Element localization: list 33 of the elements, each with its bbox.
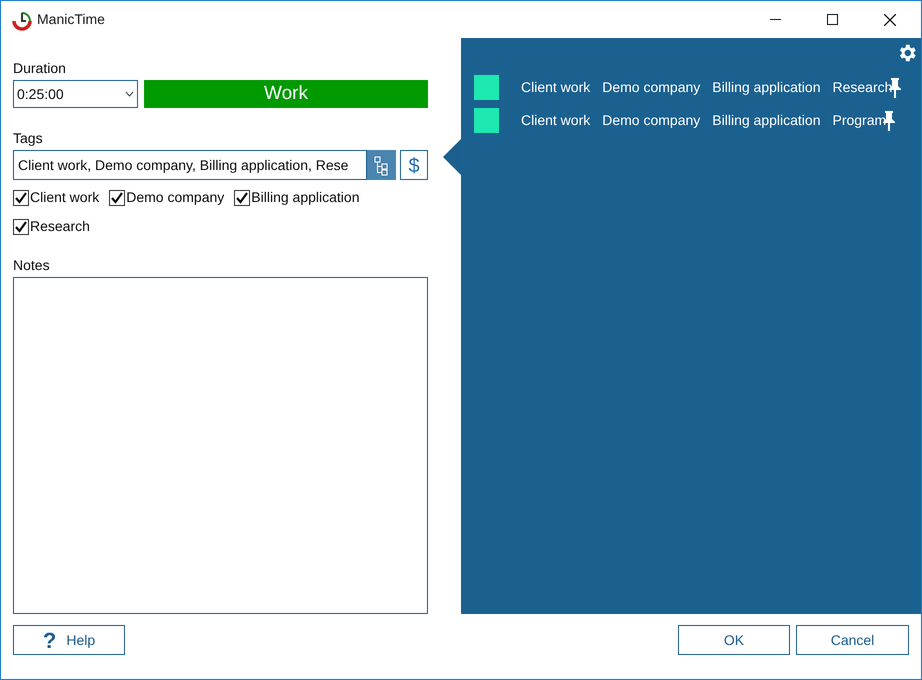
duration-label: Duration bbox=[13, 59, 67, 78]
cancel-button[interactable]: Cancel bbox=[796, 625, 909, 655]
suggestion-tag: Client work bbox=[521, 110, 590, 131]
billing-button[interactable]: $ bbox=[400, 150, 428, 180]
tags-field[interactable]: Client work, Demo company, Billing application, Rese bbox=[13, 150, 367, 180]
suggestion-tag: Research bbox=[832, 77, 892, 98]
suggestion-tag: Program bbox=[832, 110, 886, 131]
suggestion-tag: Billing application bbox=[712, 110, 820, 131]
window-title: ManicTime bbox=[37, 10, 105, 29]
help-button[interactable]: ? Help bbox=[13, 625, 125, 655]
chevron-down-icon bbox=[125, 91, 134, 97]
notes-field[interactable] bbox=[13, 277, 428, 614]
close-icon[interactable] bbox=[884, 14, 896, 26]
tag-option-label[interactable]: Research bbox=[30, 216, 90, 237]
tags-label: Tags bbox=[13, 129, 44, 148]
minimize-icon[interactable] bbox=[770, 18, 781, 20]
suggestion-tag: Client work bbox=[521, 77, 590, 98]
checkbox[interactable] bbox=[234, 190, 250, 206]
duration-dropdown[interactable]: 0:25:00 bbox=[13, 80, 138, 108]
tag-option-label[interactable]: Billing application bbox=[251, 187, 360, 208]
checkbox[interactable] bbox=[109, 190, 126, 206]
tag-option-label[interactable]: Demo company bbox=[126, 187, 224, 208]
tree-view-icon[interactable] bbox=[367, 150, 396, 180]
notes-label: Notes bbox=[13, 256, 51, 275]
activity-button[interactable]: Work bbox=[144, 80, 428, 108]
suggestion-tag: Demo company bbox=[602, 110, 700, 131]
suggestion-tag: Demo company bbox=[602, 77, 700, 98]
suggestion-tag: Billing application bbox=[712, 77, 820, 98]
checkbox[interactable] bbox=[13, 190, 29, 206]
tag-option-label[interactable]: Client work bbox=[30, 187, 100, 208]
ok-button[interactable]: OK bbox=[678, 625, 790, 655]
checkbox[interactable] bbox=[13, 218, 29, 234]
maximize-icon[interactable] bbox=[827, 14, 838, 25]
